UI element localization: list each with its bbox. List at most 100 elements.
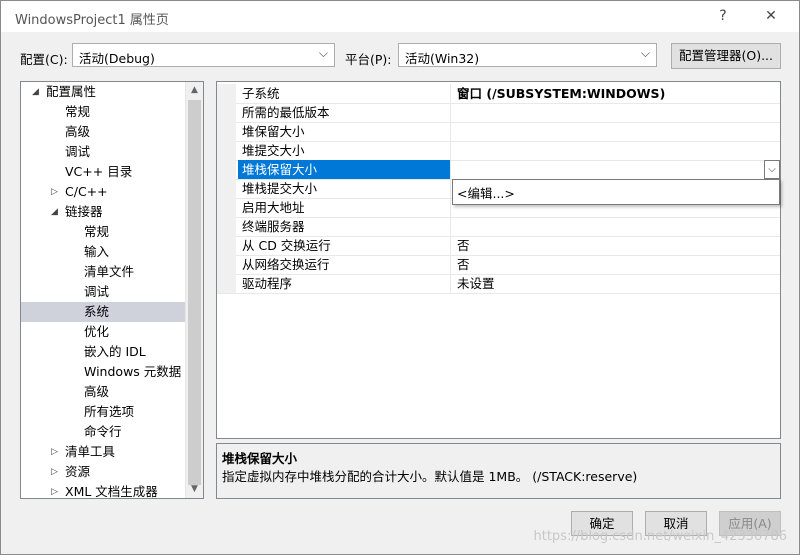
property-value[interactable] [453,141,780,160]
collapsed-triangle-icon[interactable]: ▷ [51,482,58,498]
property-tree: ◢ 配置属性 常规 高级 调试 VC++ 目录 ▷ C/C++ ◢ 链接器 常规 输入 清单文件 调试 系统… [20,81,204,499]
property-row[interactable]: 所需的最低版本 [217,103,780,123]
config-value: 活动(Debug) [79,51,155,66]
row-gutter [217,274,236,293]
property-value[interactable] [453,103,780,122]
tree-item[interactable]: 嵌入的 IDL [21,342,188,362]
platform-combo[interactable]: 活动(Win32) ⌵ [398,43,657,67]
property-name[interactable]: 所需的最低版本 [238,103,451,122]
tree-item[interactable]: 高级 [21,122,188,142]
row-gutter [217,255,236,274]
tree-item[interactable]: Windows 元数据 [21,362,188,382]
tree-item-label: 清单工具 [65,444,116,459]
tree-item-label: 常规 [84,224,110,239]
tree-item[interactable]: 调试 [21,142,188,162]
tree-item[interactable]: 常规 [21,102,188,122]
property-name[interactable]: 驱动程序 [238,274,451,293]
property-row[interactable]: 堆保留大小 [217,122,780,142]
property-name[interactable]: 从网络交换运行 [238,255,451,274]
row-gutter [217,160,236,179]
property-value[interactable] [453,122,780,141]
help-icon[interactable]: ? [709,5,737,27]
expanded-triangle-icon[interactable]: ◢ [32,82,39,102]
expanded-triangle-icon[interactable]: ◢ [51,202,58,222]
tree-item-label: Windows 元数据 [84,364,182,379]
property-row[interactable]: 驱动程序 未设置 [217,274,780,294]
platform-value: 活动(Win32) [405,51,480,66]
tree-item-label: 优化 [84,324,110,339]
tree-item[interactable]: ▷ XML 文档生成器 [21,482,188,499]
scroll-up-icon[interactable]: ▲ [186,82,203,99]
property-row[interactable]: 从网络交换运行否 [217,255,780,275]
value-dropdown-list: <编辑...> [452,179,780,205]
property-row[interactable]: 堆提交大小 [217,141,780,161]
chevron-down-icon[interactable]: ⌵ [764,160,780,179]
title-bar: WindowsProject1 属性页 ? ✕ [1,1,799,32]
tree-item[interactable]: ▷ 资源 [21,462,188,482]
property-row[interactable]: 终端服务器 [217,217,780,237]
scroll-down-icon[interactable]: ▼ [186,481,203,498]
platform-label: 平台(P): [345,52,392,67]
row-gutter [217,141,236,160]
row-gutter [217,122,236,141]
property-name[interactable]: 子系统 [238,84,451,103]
tree-item[interactable]: 高级 [21,382,188,402]
collapsed-triangle-icon[interactable]: ▷ [51,442,58,462]
property-value[interactable]: 否 [453,236,780,255]
tree-item[interactable]: 优化 [21,322,188,342]
property-name[interactable]: 启用大地址 [238,198,451,217]
tree-item[interactable]: 清单文件 [21,262,188,282]
config-combo[interactable]: 活动(Debug) ⌵ [72,43,335,67]
close-icon[interactable]: ✕ [757,5,785,27]
tree-item[interactable]: 系统 [21,302,188,322]
property-name[interactable]: 堆保留大小 [238,122,451,141]
tree-item[interactable]: 命令行 [21,422,188,442]
tree-item-label: XML 文档生成器 [65,484,158,499]
description-panel: 堆栈保留大小 指定虚拟内存中堆栈分配的合计大小。默认值是 1MB。 (/STAC… [216,443,781,499]
tree-scrollbar[interactable]: ▲ ▼ [185,82,203,498]
property-value[interactable] [453,160,780,179]
row-gutter [217,103,236,122]
tree-item-label: 调试 [65,144,91,159]
tree-item[interactable]: ▷ 清单工具 [21,442,188,462]
tree-item[interactable]: ◢ 配置属性 [21,82,188,102]
config-manager-button[interactable]: 配置管理器(O)... [671,43,781,69]
tree-item[interactable]: VC++ 目录 [21,162,188,182]
property-grid: 子系统 窗口 (/SUBSYSTEM:WINDOWS) 所需的最低版本 堆保留大小 堆提… [216,81,781,439]
scroll-thumb[interactable] [188,100,201,485]
tree-item-label: 高级 [84,384,110,399]
property-value[interactable]: 未设置 [453,274,780,293]
property-row[interactable]: 从 CD 交换运行否 [217,236,780,256]
row-gutter [217,179,236,198]
tree-item[interactable]: 所有选项 [21,402,188,422]
config-label: 配置(C): [20,52,68,67]
dropdown-option-edit[interactable]: <编辑...> [457,183,515,202]
property-row[interactable]: 子系统 窗口 (/SUBSYSTEM:WINDOWS) [217,84,780,104]
property-name[interactable]: 从 CD 交换运行 [238,236,451,255]
property-row[interactable]: 堆栈保留大小 ⌵ [217,160,780,180]
property-name[interactable]: 终端服务器 [238,217,451,236]
property-pages-window: WindowsProject1 属性页 ? ✕ 配置(C): 活动(Debug)… [0,0,800,555]
property-value[interactable]: 否 [453,255,780,274]
collapsed-triangle-icon[interactable]: ▷ [51,462,58,482]
tree-item-label: C/C++ [65,184,108,199]
watermark-text: https://blog.csdn.net/weixin_42336786 [533,529,787,544]
property-name[interactable]: 堆栈提交大小 [238,179,451,198]
property-name[interactable]: 堆栈保留大小 [238,160,451,179]
tree-item[interactable]: ◢ 链接器 [21,202,188,222]
property-value[interactable]: 窗口 (/SUBSYSTEM:WINDOWS) [453,84,780,103]
tree-item[interactable]: 输入 [21,242,188,262]
description-text: 指定虚拟内存中堆栈分配的合计大小。默认值是 1MB。 (/STACK:reser… [222,469,638,484]
collapsed-triangle-icon[interactable]: ▷ [51,182,58,202]
tree-item-label: VC++ 目录 [65,164,133,179]
window-title: WindowsProject1 属性页 [15,13,169,28]
tree-item[interactable]: 常规 [21,222,188,242]
property-value[interactable] [453,217,780,236]
tree-item-label: 资源 [65,464,91,479]
tree-item[interactable]: 调试 [21,282,188,302]
property-name[interactable]: 堆提交大小 [238,141,451,160]
tree-item[interactable]: ▷ C/C++ [21,182,188,202]
tree-item-label: 输入 [84,244,110,259]
tree-item-label: 配置属性 [46,84,97,99]
tree-item-label: 常规 [65,104,91,119]
